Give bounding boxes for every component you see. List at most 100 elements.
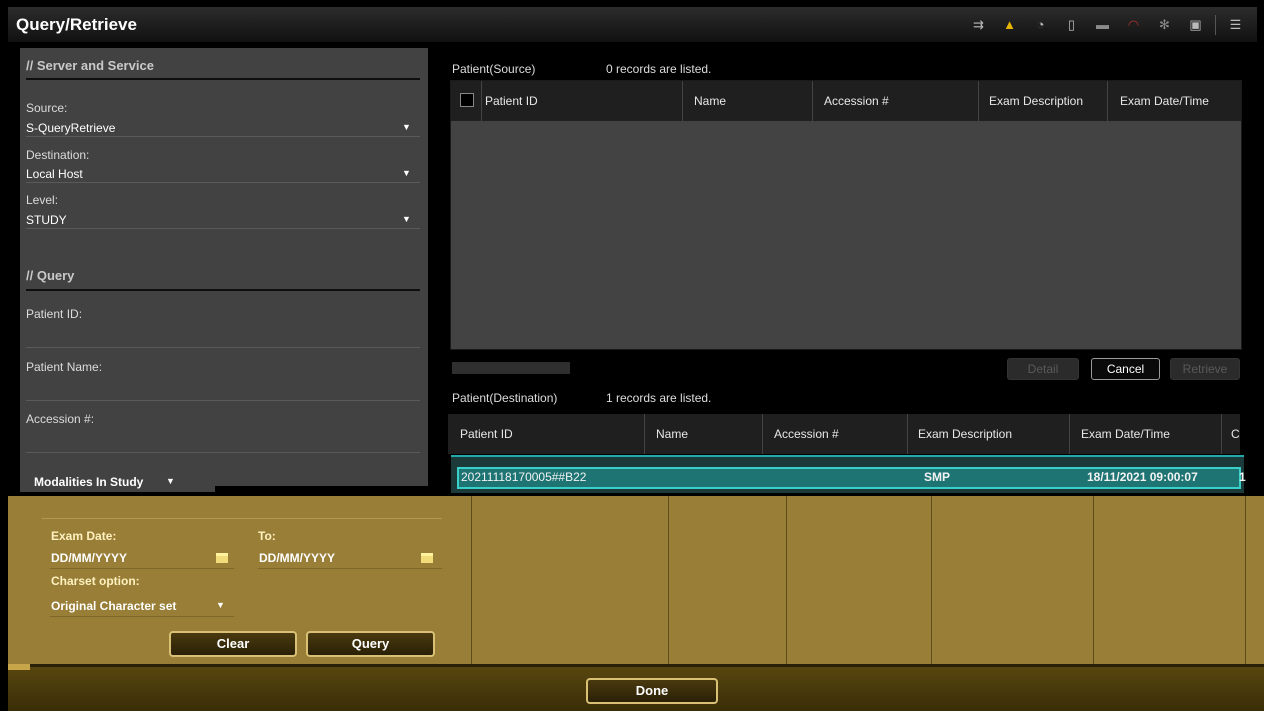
column-header[interactable]: Accession # [774,427,839,441]
source-table[interactable]: Patient ID Name Accession # Exam Descrip… [450,80,1242,350]
field-underline [26,228,420,229]
column-header[interactable]: Exam Date/Time [1081,427,1170,441]
field-underline [26,347,420,348]
select-all-checkbox[interactable] [460,93,474,107]
source-table-header: Patient ID Name Accession # Exam Descrip… [451,81,1241,121]
modalities-dropdown[interactable]: Modalities In Study ▼ [20,472,215,492]
cell-exam-datetime: 18/11/2021 09:00:07 [1087,470,1198,484]
accession-input[interactable] [26,429,420,449]
footer-notch [8,664,30,670]
destination-label: Destination: [26,148,90,162]
query-options-panel: Exam Date: To: DD/MM/YYYY DD/MM/YYYY Cha… [8,496,1264,664]
column-header[interactable]: Exam Description [989,94,1083,108]
column-separator [644,414,645,454]
source-value: S-QueryRetrieve [26,121,116,135]
detail-button[interactable]: Detail [1007,358,1079,380]
level-value: STUDY [26,213,67,227]
status-icons: ⇉ ▲ ◔ ▯ ▬ ◠ ✻ ▣ ☰ [963,15,1251,35]
level-label: Level: [26,193,59,207]
to-date-value: DD/MM/YYYY [259,551,336,565]
field-underline [26,452,420,453]
gear-icon[interactable]: ✻ [1149,15,1180,35]
section-divider [26,78,420,80]
transfer-icon[interactable]: ⇉ [963,15,994,35]
table-row[interactable]: 20211118170005##B22 SMP 18/11/2021 09:00… [451,455,1246,493]
cell-patient-id: 20211118170005##B22 [461,470,587,484]
exam-date-value: DD/MM/YYYY [51,551,128,565]
query-settings-panel: // Server and Service Source: S-QueryRet… [20,48,428,486]
media-icon[interactable]: ◔ [1025,15,1056,35]
charset-value: Original Character set [51,599,177,613]
destination-table-header: Patient ID Name Accession # Exam Descrip… [448,414,1240,454]
menu-icon[interactable]: ☰ [1220,15,1251,35]
column-separator [1093,496,1094,664]
calendar-icon[interactable] [216,553,228,563]
print-icon[interactable]: ▬ [1087,15,1118,35]
title-bar: Query/Retrieve ⇉ ▲ ◔ ▯ ▬ ◠ ✻ ▣ ☰ [8,7,1257,43]
column-separator [978,81,979,121]
column-separator [786,496,787,664]
patient-name-input[interactable] [26,377,420,397]
retrieve-button[interactable]: Retrieve [1170,358,1240,380]
query-heading: // Query [26,268,75,283]
column-separator [762,414,763,454]
column-header[interactable]: Exam Date/Time [1120,94,1209,108]
column-separator [931,496,932,664]
section-divider [26,289,420,291]
window-title: Query/Retrieve [16,15,137,34]
source-record-count: 0 records are listed. [606,62,712,76]
retrieve-progress-bar [452,362,570,374]
column-separator [1221,414,1222,454]
to-date-label: To: [258,529,276,543]
destination-table-body[interactable] [471,496,1264,664]
cell-exam-description: SMP [924,470,951,484]
clear-button[interactable]: Clear [169,631,297,657]
archive-icon[interactable]: ▣ [1180,15,1211,35]
column-separator [1245,496,1246,664]
title-separator [1215,15,1216,35]
column-header[interactable]: Exam Description [918,427,1012,441]
exam-date-label: Exam Date: [51,529,117,543]
calendar-icon[interactable] [421,553,433,563]
column-separator [668,496,669,664]
destination-record-count: 1 records are listed. [606,391,712,405]
network-icon[interactable]: ◠ [1118,15,1149,35]
patient-id-input[interactable] [26,324,420,344]
cell-c: 1 [1239,470,1246,484]
modalities-label: Modalities In Study [34,475,144,489]
column-header[interactable]: Name [694,94,726,108]
accession-label: Accession #: [26,412,95,426]
column-separator [907,414,908,454]
query-button[interactable]: Query [306,631,435,657]
column-separator [1107,81,1108,121]
column-separator [1069,414,1070,454]
done-button[interactable]: Done [586,678,718,704]
column-header[interactable]: Name [656,427,688,441]
field-underline [26,182,420,183]
footer-bar: Done [8,664,1264,711]
destination-value: Local Host [26,167,83,181]
chevron-down-icon: ▼ [402,168,411,178]
mouse-icon[interactable]: ▯ [1056,15,1087,35]
destination-table-heading: Patient(Destination) [452,391,558,405]
warning-icon[interactable]: ▲ [994,15,1025,35]
field-underline [26,136,420,137]
chevron-down-icon: ▼ [402,214,411,224]
charset-label: Charset option: [51,574,140,588]
column-header[interactable]: C [1231,427,1240,441]
cancel-button[interactable]: Cancel [1091,358,1160,380]
column-header[interactable]: Patient ID [485,94,538,108]
chevron-down-icon: ▼ [216,600,225,610]
section-divider [42,518,442,519]
chevron-down-icon: ▼ [166,476,175,486]
column-header[interactable]: Patient ID [460,427,513,441]
patient-name-label: Patient Name: [26,360,103,374]
field-underline [50,568,234,569]
column-header[interactable]: Accession # [824,94,889,108]
source-label: Source: [26,101,68,115]
patient-id-label: Patient ID: [26,307,83,321]
field-underline [50,616,234,617]
field-underline [258,568,442,569]
column-separator [812,81,813,121]
column-separator [481,81,482,121]
